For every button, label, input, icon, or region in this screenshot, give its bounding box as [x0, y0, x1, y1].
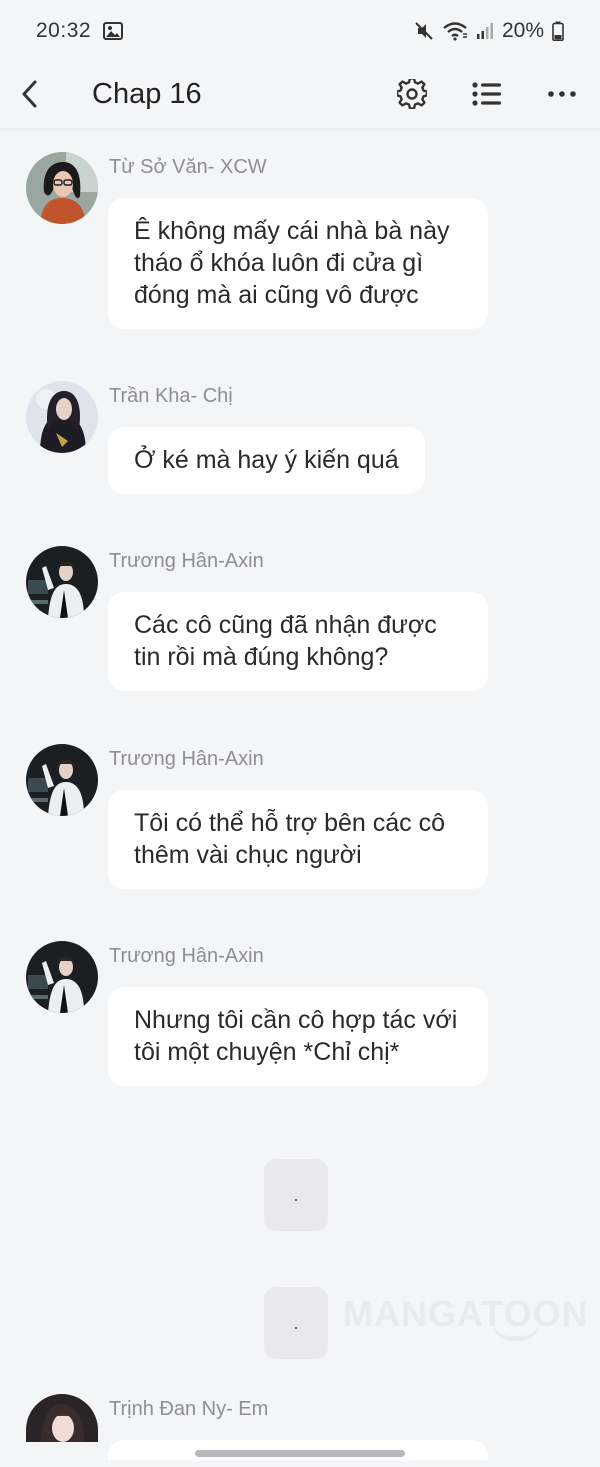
avatar-tu-so-van[interactable] — [26, 152, 98, 224]
status-bar: 20:32 20% — [0, 0, 600, 62]
avatar-tran-kha[interactable] — [26, 381, 98, 453]
sender-name: Trương Hân-Axin — [109, 945, 264, 967]
avatar-truong-han[interactable] — [26, 941, 98, 1013]
home-indicator[interactable] — [195, 1450, 405, 1457]
wifi-icon — [442, 21, 468, 41]
narration-bubble: . — [264, 1159, 328, 1231]
app-header: Chap 16 — [0, 62, 600, 128]
avatar-truong-han[interactable] — [26, 546, 98, 618]
chevron-left-icon — [22, 80, 37, 108]
signal-icon — [476, 22, 494, 40]
back-button[interactable] — [14, 74, 44, 114]
sender-name: Trương Hân-Axin — [109, 748, 264, 770]
message-bubble: Các cô cũng đã nhận được tin rồi mà đúng… — [108, 592, 488, 691]
sender-name: Trương Hân-Axin — [109, 550, 264, 572]
mute-icon — [414, 21, 434, 41]
settings-button[interactable] — [390, 72, 434, 116]
watermark-logo: MANGATOON — [343, 1293, 589, 1334]
sender-name: Từ Sở Văn- XCW — [109, 156, 267, 178]
sender-name: Trịnh Đan Ny- Em — [109, 1398, 269, 1420]
narration-bubble: . — [264, 1287, 328, 1359]
gear-icon — [397, 79, 427, 109]
message-bubble: Tôi có thể hỗ trợ bên các cô thêm vài ch… — [108, 790, 488, 889]
message-bubble: Ở ké mà hay ý kiến quá — [108, 427, 425, 494]
list-icon — [472, 82, 501, 106]
sender-name: Trần Kha- Chị — [109, 385, 233, 407]
message-bubble: Ê không mấy cái nhà bà này tháo ổ khóa l… — [108, 198, 488, 329]
watermark-smile — [493, 1323, 539, 1341]
page-title: Chap 16 — [92, 78, 202, 110]
avatar-truong-han[interactable] — [26, 744, 98, 816]
message-bubble: Nhưng tôi cần cô hợp tác với tôi một chu… — [108, 987, 488, 1086]
status-time: 20:32 — [36, 19, 92, 42]
more-options-button[interactable] — [540, 72, 584, 116]
avatar-trinh-dan-ny[interactable] — [26, 1394, 98, 1442]
chapter-list-button[interactable] — [465, 72, 509, 116]
battery-level: 20% — [501, 19, 544, 42]
image-icon — [103, 22, 124, 40]
more-icon — [548, 91, 576, 97]
battery-icon — [552, 21, 564, 41]
